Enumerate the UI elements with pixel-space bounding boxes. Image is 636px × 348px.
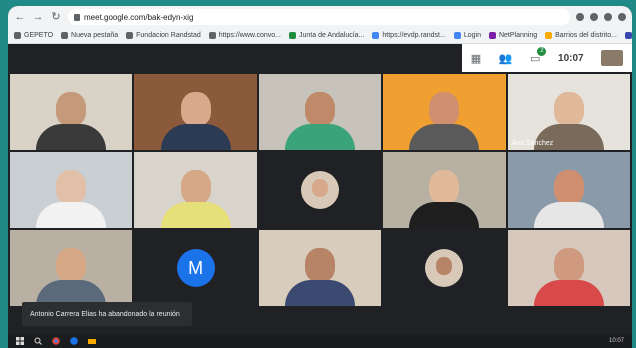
participant-tile[interactable]	[10, 74, 133, 150]
bookmark-favicon-icon	[126, 32, 134, 39]
star-icon[interactable]	[590, 13, 598, 21]
participant-figure	[160, 170, 231, 228]
meet-header: ▦ 👥 ▭ 2 10:07	[462, 44, 632, 72]
participant-figure	[533, 248, 604, 306]
participant-tile[interactable]	[134, 152, 257, 228]
participant-tile[interactable]	[258, 230, 382, 306]
bookmark-favicon-icon	[488, 32, 496, 39]
bookmark-label: GEPETO	[24, 32, 54, 39]
file-explorer-icon[interactable]	[88, 337, 96, 345]
participant-tile[interactable]	[507, 230, 630, 306]
self-view-thumbnail[interactable]	[601, 50, 624, 66]
bookmark-item[interactable]: Barrios del distrito...	[545, 32, 617, 39]
participants-grid: Ana Sánchez M	[10, 74, 630, 306]
bookmark-label: Junta de Andalucía...	[299, 32, 365, 39]
info-icon[interactable]: ▦	[471, 52, 481, 65]
bookmark-item[interactable]: SaaS Platform Auth...	[624, 32, 632, 39]
reload-icon[interactable]: ↻	[50, 11, 62, 23]
bookmarks-bar: GEPETO Nueva pestaña Fundacion Randstad htt…	[8, 28, 632, 44]
participant-tile[interactable]: Ana Sánchez	[507, 74, 630, 150]
camera-icon[interactable]	[576, 13, 584, 21]
taskbar-clock: 10:07	[608, 338, 624, 344]
participant-figure	[409, 92, 480, 150]
url-text: meet.google.com/bak-edyn-xig	[84, 12, 194, 22]
edge-icon[interactable]	[70, 337, 78, 345]
bookmark-item[interactable]: Login	[453, 32, 481, 39]
participant-tile[interactable]	[383, 74, 506, 150]
bookmark-label: Nueva pestaña	[71, 32, 119, 39]
bookmark-item[interactable]: Junta de Andalucía...	[289, 32, 364, 39]
chat-badge: 2	[537, 46, 547, 56]
participant-tile[interactable]	[10, 230, 133, 306]
participant-figure	[284, 248, 355, 306]
search-icon[interactable]	[34, 337, 42, 345]
bookmark-favicon-icon	[208, 32, 216, 39]
bookmark-favicon-icon	[14, 32, 21, 39]
screen: ← → ↻ meet.google.com/bak-edyn-xig GEPET…	[8, 6, 632, 348]
participant-profile-photo	[300, 171, 339, 209]
bookmark-label: Barrios del distrito...	[555, 32, 617, 39]
bookmark-item[interactable]: Fundacion Randstad	[126, 32, 201, 39]
people-icon[interactable]: 👥	[499, 52, 513, 65]
participant-name: Ana Sánchez	[511, 140, 554, 147]
browser-toolbar: ← → ↻ meet.google.com/bak-edyn-xig	[8, 6, 632, 28]
participant-tile[interactable]	[383, 230, 506, 306]
participant-tile[interactable]	[258, 152, 382, 228]
meeting-clock: 10:07	[558, 52, 584, 64]
bookmark-item[interactable]: GEPETO	[14, 32, 53, 39]
bookmark-favicon-icon	[61, 32, 69, 39]
participant-figure	[36, 170, 107, 228]
bookmark-favicon-icon	[453, 32, 461, 39]
bookmark-label: https://www.convo...	[218, 32, 281, 39]
forward-icon[interactable]: →	[32, 11, 44, 23]
participant-figure	[36, 248, 107, 306]
participant-tile[interactable]	[258, 74, 382, 150]
bookmark-label: Fundacion Randstad	[136, 32, 201, 39]
participant-figure	[533, 170, 604, 228]
bookmark-item[interactable]: NetPlanning	[488, 32, 538, 39]
bookmark-item[interactable]: Nueva pestaña	[61, 32, 118, 39]
participant-avatar: M	[176, 249, 215, 287]
address-bar[interactable]: meet.google.com/bak-edyn-xig	[68, 9, 570, 25]
windows-taskbar: 10:07	[8, 334, 632, 348]
participant-figure	[284, 92, 355, 150]
participant-profile-photo	[425, 249, 464, 287]
bookmark-item[interactable]: https://evdp.randst...	[372, 32, 446, 39]
participant-tile[interactable]	[10, 152, 133, 228]
lock-icon	[74, 13, 80, 21]
bookmark-item[interactable]: https://www.convo...	[208, 32, 281, 39]
bookmark-favicon-icon	[372, 32, 380, 39]
leave-notification-text: Antonio Carrera Elias ha abandonado la r…	[30, 310, 180, 318]
bookmark-label: NetPlanning	[498, 32, 538, 39]
bookmark-favicon-icon	[289, 32, 296, 39]
participant-tile[interactable]	[507, 152, 630, 228]
chat-icon[interactable]: ▭ 2	[530, 46, 547, 65]
participant-tile[interactable]: M	[134, 230, 257, 306]
windows-start-icon[interactable]	[16, 337, 24, 345]
bookmark-label: https://evdp.randst...	[382, 32, 446, 39]
bookmark-label: Login	[463, 32, 481, 39]
participant-tile[interactable]	[134, 74, 257, 150]
participant-figure	[409, 170, 480, 228]
profile-icon[interactable]	[618, 13, 626, 21]
participant-figure	[36, 92, 107, 150]
participant-figure	[160, 92, 231, 150]
back-icon[interactable]: ←	[14, 11, 26, 23]
leave-notification: Antonio Carrera Elias ha abandonado la r…	[22, 302, 192, 326]
bookmark-favicon-icon	[545, 32, 553, 39]
participant-tile[interactable]	[383, 152, 506, 228]
bookmark-favicon-icon	[624, 32, 632, 39]
extension-icon[interactable]	[604, 13, 612, 21]
chrome-icon[interactable]	[52, 337, 60, 345]
